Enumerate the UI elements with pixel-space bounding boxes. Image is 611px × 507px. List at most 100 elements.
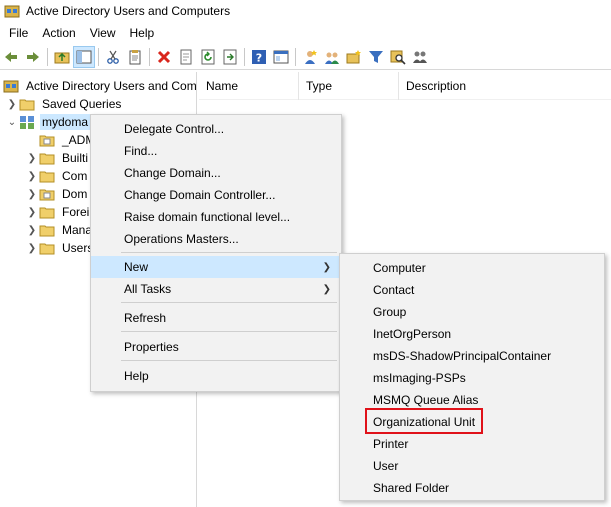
expand-chevron-icon[interactable]: ❯ bbox=[26, 153, 38, 164]
submenu-item-msimaging-psps[interactable]: msImaging-PSPs bbox=[340, 367, 604, 389]
submenu-arrow-icon: ❯ bbox=[322, 261, 331, 273]
tree-item-computers[interactable]: ❯ Com bbox=[26, 166, 89, 186]
expand-chevron-icon[interactable]: ❯ bbox=[26, 171, 38, 182]
annotation-highlight-box bbox=[365, 408, 483, 434]
tree-root-label: Active Directory Users and Com bbox=[26, 79, 197, 93]
help-icon[interactable]: ? bbox=[248, 46, 270, 68]
add-to-group-icon[interactable] bbox=[409, 46, 431, 68]
tree-item-builtin[interactable]: ❯ Builti bbox=[26, 148, 90, 168]
menu-separator bbox=[121, 331, 337, 332]
tree-item-adm[interactable]: _ADM bbox=[26, 130, 97, 150]
show-hide-tree-icon[interactable] bbox=[73, 45, 95, 68]
column-header-description[interactable]: Description bbox=[399, 72, 611, 100]
new-user-icon[interactable] bbox=[299, 46, 321, 68]
new-ou-icon[interactable] bbox=[343, 46, 365, 68]
console-tree-icon[interactable] bbox=[270, 46, 292, 68]
submenu-item-inetorgperson[interactable]: InetOrgPerson bbox=[340, 323, 604, 345]
tree-item-label: Mana bbox=[62, 223, 93, 237]
tree-item-label: Builti bbox=[62, 151, 89, 165]
back-icon[interactable] bbox=[0, 46, 22, 68]
export-list-icon[interactable] bbox=[219, 46, 241, 68]
tree-item-label: Com bbox=[62, 169, 88, 183]
ou-folder-icon bbox=[38, 132, 56, 148]
filter-icon[interactable] bbox=[365, 46, 387, 68]
menu-item-find[interactable]: Find... bbox=[91, 140, 341, 162]
forward-icon[interactable] bbox=[22, 46, 44, 68]
column-header-name[interactable]: Name bbox=[199, 71, 299, 100]
menu-bar: File Action View Help bbox=[0, 22, 611, 44]
submenu-item-group[interactable]: Group bbox=[340, 301, 604, 323]
copy-icon[interactable] bbox=[124, 46, 146, 68]
menu-item-properties[interactable]: Properties bbox=[91, 336, 341, 358]
menu-item-all-tasks[interactable]: All Tasks ❯ bbox=[91, 278, 341, 300]
ou-folder-icon bbox=[38, 186, 56, 202]
menu-file[interactable]: File bbox=[0, 23, 35, 43]
menu-item-new[interactable]: New ❯ bbox=[91, 256, 341, 278]
folder-icon bbox=[38, 168, 56, 184]
menu-item-change-domain[interactable]: Change Domain... bbox=[91, 162, 341, 184]
toolbar: ? bbox=[0, 44, 611, 70]
column-header-type[interactable]: Type bbox=[299, 71, 399, 100]
toolbar-separator bbox=[295, 47, 296, 66]
up-folder-icon[interactable] bbox=[51, 46, 73, 68]
tree-item-label: Saved Queries bbox=[42, 97, 122, 111]
menu-item-change-domain-controller[interactable]: Change Domain Controller... bbox=[91, 184, 341, 206]
title-bar: Active Directory Users and Computers bbox=[0, 0, 611, 22]
find-icon[interactable] bbox=[387, 46, 409, 68]
delete-icon[interactable] bbox=[153, 46, 175, 68]
expand-chevron-icon[interactable]: ❯ bbox=[26, 189, 38, 200]
collapse-chevron-icon[interactable]: ⌄ bbox=[6, 117, 18, 128]
submenu-item-computer[interactable]: Computer bbox=[340, 257, 604, 279]
menu-help[interactable]: Help bbox=[123, 23, 162, 43]
toolbar-separator bbox=[244, 47, 245, 66]
submenu-item-msds-shadowprincipalcontainer[interactable]: msDS-ShadowPrincipalContainer bbox=[340, 345, 604, 367]
toolbar-separator bbox=[149, 47, 150, 66]
submenu-arrow-icon: ❯ bbox=[322, 283, 331, 295]
toolbar-separator bbox=[47, 47, 48, 66]
cut-icon[interactable] bbox=[102, 46, 124, 68]
tree-item-users[interactable]: ❯ Users bbox=[26, 238, 95, 258]
folder-icon bbox=[38, 222, 56, 238]
expand-chevron-icon[interactable]: ❯ bbox=[26, 207, 38, 218]
tree-item-managed[interactable]: ❯ Mana bbox=[26, 220, 94, 240]
tree-item-label: Forei bbox=[62, 205, 90, 219]
aduc-root-icon bbox=[2, 78, 20, 94]
menu-separator bbox=[121, 252, 337, 253]
aduc-app-icon bbox=[4, 3, 20, 19]
properties-icon[interactable] bbox=[175, 46, 197, 68]
menu-item-delegate-control[interactable]: Delegate Control... bbox=[91, 118, 341, 140]
menu-item-help[interactable]: Help bbox=[91, 365, 341, 387]
menu-item-raise-functional-level[interactable]: Raise domain functional level... bbox=[91, 206, 341, 228]
new-submenu: Computer Contact Group InetOrgPerson msD… bbox=[339, 253, 605, 501]
toolbar-separator bbox=[98, 47, 99, 66]
expand-chevron-icon[interactable]: ❯ bbox=[6, 99, 18, 110]
submenu-item-contact[interactable]: Contact bbox=[340, 279, 604, 301]
svg-text:?: ? bbox=[256, 51, 262, 64]
new-group-icon[interactable] bbox=[321, 46, 343, 68]
menu-action[interactable]: Action bbox=[35, 23, 82, 43]
folder-icon bbox=[38, 240, 56, 256]
tree-item-saved-queries[interactable]: ❯ Saved Queries bbox=[6, 94, 123, 114]
menu-item-operations-masters[interactable]: Operations Masters... bbox=[91, 228, 341, 250]
folder-icon bbox=[18, 96, 36, 112]
menu-view[interactable]: View bbox=[83, 23, 123, 43]
submenu-item-shared-folder[interactable]: Shared Folder bbox=[340, 477, 604, 499]
tree-item-label: Dom bbox=[62, 187, 88, 201]
context-menu: Delegate Control... Find... Change Domai… bbox=[90, 114, 342, 392]
menu-separator bbox=[121, 360, 337, 361]
expand-chevron-icon[interactable]: ❯ bbox=[26, 243, 38, 254]
tree-root[interactable]: Active Directory Users and Com bbox=[2, 76, 199, 96]
window-title: Active Directory Users and Computers bbox=[26, 4, 231, 18]
submenu-item-user[interactable]: User bbox=[340, 455, 604, 477]
menu-item-refresh[interactable]: Refresh bbox=[91, 307, 341, 329]
menu-separator bbox=[121, 302, 337, 303]
refresh-icon[interactable] bbox=[197, 46, 219, 68]
submenu-item-printer[interactable]: Printer bbox=[340, 433, 604, 455]
column-headers: Name Type Description bbox=[199, 71, 611, 100]
tree-item-domain-controllers[interactable]: ❯ Dom bbox=[26, 184, 89, 204]
domain-icon bbox=[18, 114, 36, 130]
tree-item-foreign-security[interactable]: ❯ Forei bbox=[26, 202, 91, 222]
folder-icon bbox=[38, 150, 56, 166]
tree-item-domain[interactable]: ⌄ mydoma bbox=[6, 112, 91, 132]
expand-chevron-icon[interactable]: ❯ bbox=[26, 225, 38, 236]
